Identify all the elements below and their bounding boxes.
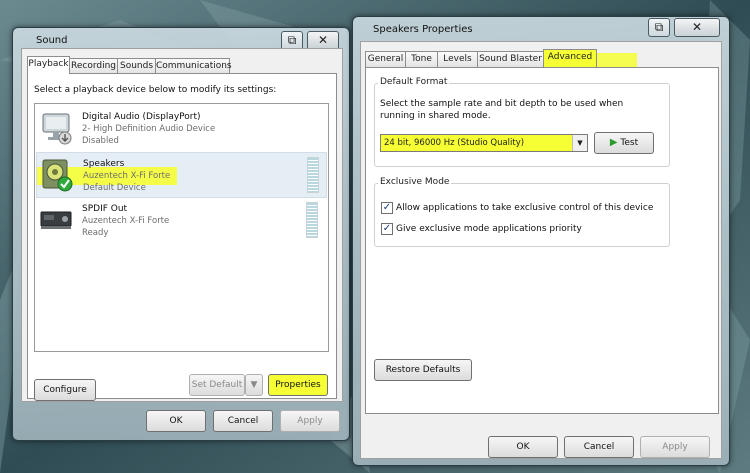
test-button[interactable]: ▶ Test: [594, 132, 654, 154]
test-label: Test: [620, 138, 639, 148]
properties-window-title: Speakers Properties: [373, 24, 473, 35]
restore-defaults-button[interactable]: Restore Defaults: [374, 359, 472, 381]
checkmark-icon: ✓: [382, 202, 392, 213]
close-icon: ✕: [317, 33, 329, 47]
tab-levels[interactable]: Levels: [437, 51, 478, 67]
chevron-down-icon: ▼: [572, 135, 587, 151]
exclusive-control-checkbox[interactable]: ✓: [381, 202, 393, 214]
sound-window-title: Sound: [36, 35, 68, 46]
sample-rate-select[interactable]: 24 bit, 96000 Hz (Studio Quality) ▼: [380, 134, 588, 152]
sound-window: Sound ⧉ ✕ Playback Recording Sounds Comm…: [12, 27, 350, 441]
sample-rate-value: 24 bit, 96000 Hz (Studio Quality): [384, 138, 525, 148]
exclusive-priority-checkbox[interactable]: ✓: [381, 223, 393, 235]
tab-general[interactable]: General: [365, 51, 406, 67]
ok-button[interactable]: OK: [146, 410, 206, 432]
default-format-group: Default Format Select the sample rate an…: [374, 77, 670, 167]
restore-icon: ⧉: [287, 33, 297, 47]
device-name: Digital Audio (DisplayPort): [82, 112, 201, 122]
cancel-button[interactable]: Cancel: [564, 436, 634, 458]
exclusive-mode-title: Exclusive Mode: [378, 177, 452, 187]
device-name: Speakers: [83, 159, 125, 169]
ok-button[interactable]: OK: [488, 436, 558, 458]
checkmark-icon: ✓: [382, 223, 392, 234]
apply-button[interactable]: Apply: [280, 410, 340, 432]
default-format-title: Default Format: [378, 77, 450, 87]
sound-client-area: Playback Recording Sounds Communications…: [21, 48, 343, 402]
tab-recording[interactable]: Recording: [69, 58, 118, 74]
set-default-button[interactable]: Set Default: [189, 374, 245, 396]
tab-sound-blaster[interactable]: Sound Blaster: [477, 51, 544, 67]
set-default-dropdown-button[interactable]: ▼: [245, 374, 263, 396]
device-item-speakers[interactable]: Speakers Auzentech X-Fi Forte Default De…: [36, 152, 327, 198]
device-item-spdif[interactable]: SPDIF Out Auzentech X-Fi Forte Ready: [36, 198, 325, 242]
playback-tab-page: Select a playback device below to modify…: [27, 73, 337, 401]
monitor-device-icon: [42, 113, 72, 145]
cancel-button[interactable]: Cancel: [213, 410, 273, 432]
device-driver: Auzentech X-Fi Forte: [82, 216, 170, 226]
tab-advanced[interactable]: Advanced: [543, 49, 597, 67]
device-item-digital-audio[interactable]: Digital Audio (DisplayPort) 2- High Defi…: [36, 106, 325, 150]
exclusive-control-label: Allow applications to take exclusive con…: [396, 203, 654, 213]
exclusive-priority-label: Give exclusive mode applications priorit…: [396, 224, 582, 234]
device-name: SPDIF Out: [82, 204, 128, 214]
play-icon: ▶: [609, 137, 618, 148]
device-status: Default Device: [83, 183, 146, 193]
exclusive-mode-group: Exclusive Mode ✓ Allow applications to t…: [374, 177, 670, 247]
device-driver: Auzentech X-Fi Forte: [83, 171, 171, 181]
tab-tone[interactable]: Tone: [405, 51, 438, 67]
device-driver: 2- High Definition Audio Device: [82, 124, 216, 134]
apply-button[interactable]: Apply: [640, 436, 710, 458]
device-status: Disabled: [82, 136, 119, 146]
close-icon: ✕: [691, 20, 703, 34]
configure-button[interactable]: Configure: [34, 379, 96, 401]
properties-button[interactable]: Properties: [268, 374, 328, 396]
spdif-device-icon: [40, 211, 72, 229]
device-status: Ready: [82, 228, 109, 238]
advanced-tab-highlight: [595, 53, 637, 67]
device-list[interactable]: Digital Audio (DisplayPort) 2- High Defi…: [34, 103, 329, 352]
speaker-device-icon: [42, 159, 73, 192]
advanced-tab-page: Default Format Select the sample rate an…: [365, 67, 719, 414]
level-meter: [307, 157, 319, 193]
close-button[interactable]: ✕: [674, 18, 720, 37]
speakers-properties-window: Speakers Properties ⧉ ✕ General Tone Lev…: [352, 16, 730, 466]
playback-instruction: Select a playback device below to modify…: [34, 85, 277, 95]
level-meter: [306, 202, 318, 238]
properties-client-area: General Tone Levels Sound Blaster Advanc…: [360, 41, 722, 459]
restore-icon: ⧉: [654, 20, 664, 34]
tab-playback[interactable]: Playback: [27, 56, 70, 74]
chevron-down-icon: ▼: [250, 380, 258, 390]
tab-sounds[interactable]: Sounds: [117, 58, 156, 74]
restore-button[interactable]: ⧉: [648, 18, 670, 37]
default-format-description: Select the sample rate and bit depth to …: [380, 99, 624, 121]
tab-communications[interactable]: Communications: [155, 58, 232, 74]
